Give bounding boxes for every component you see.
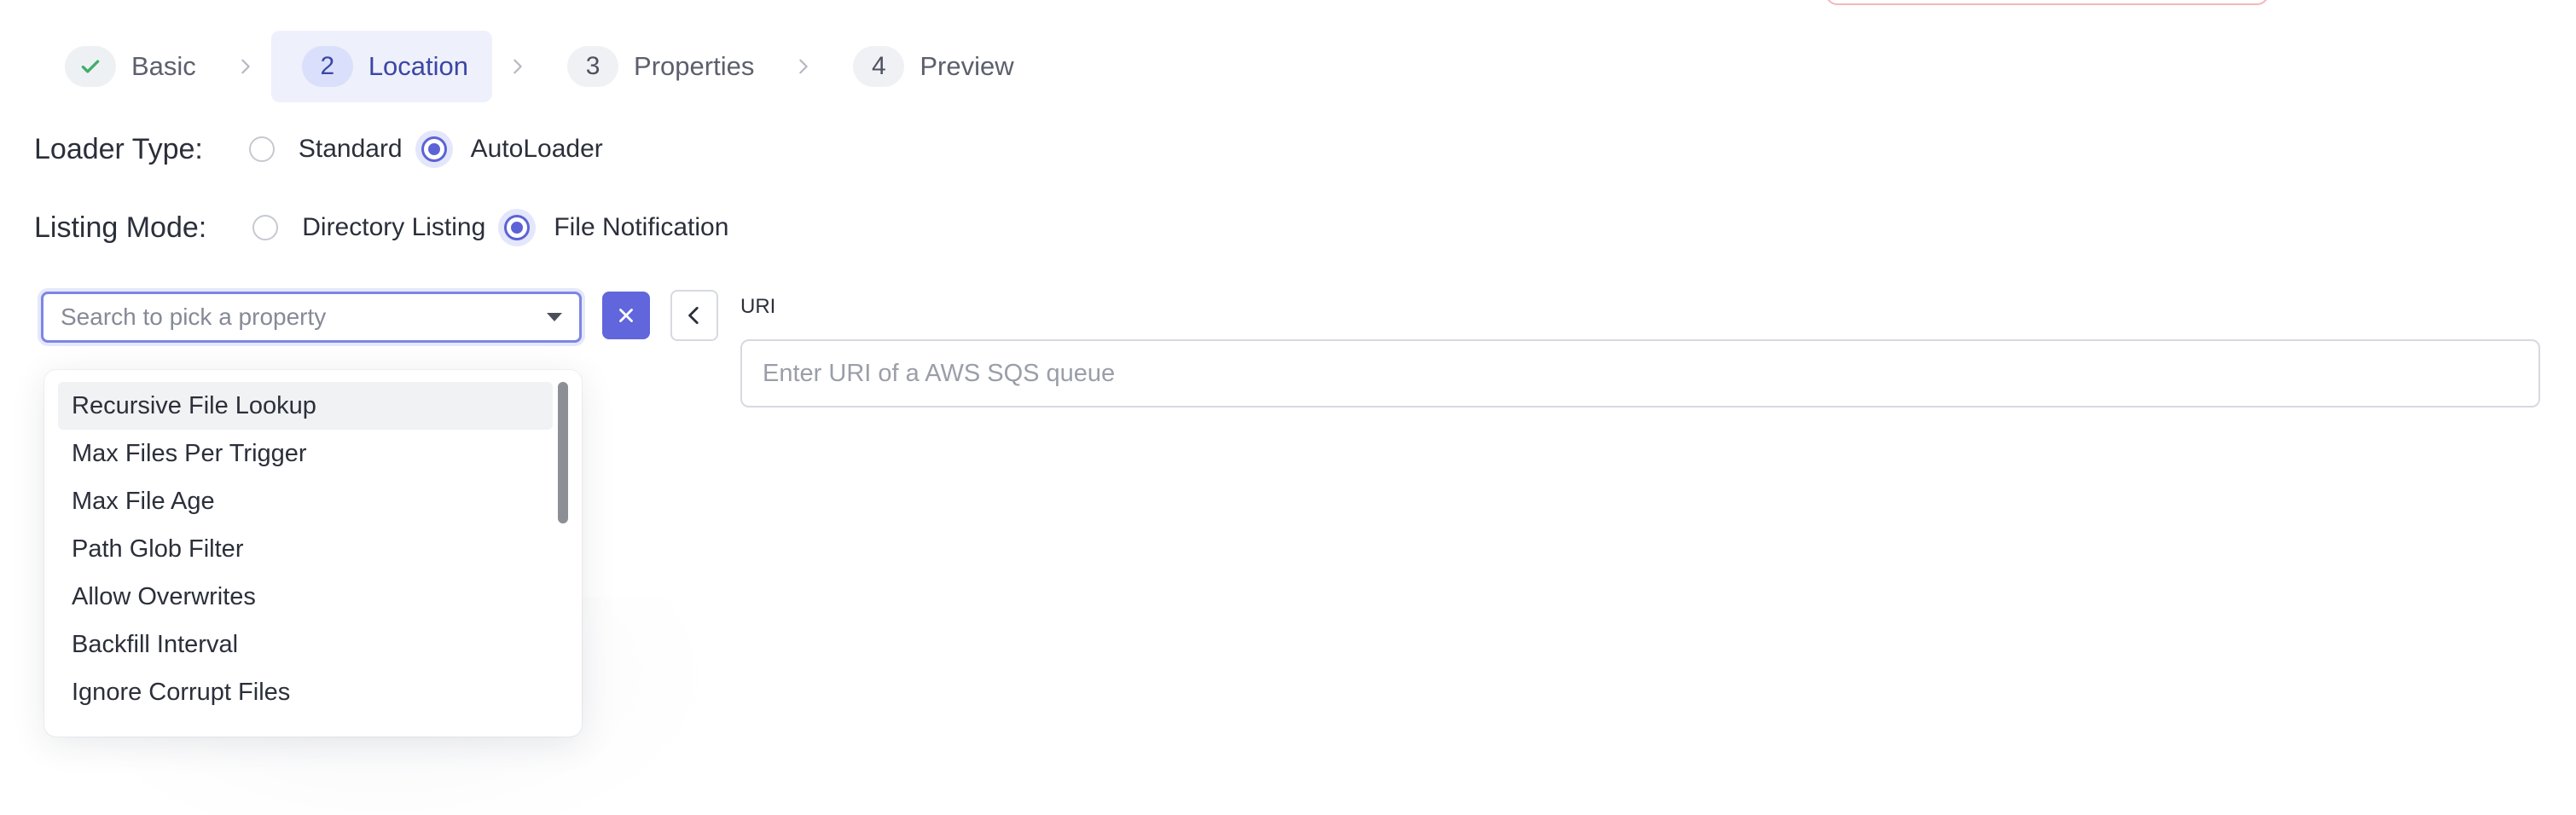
uri-label: URI — [740, 295, 776, 318]
listing-mode-notification-label: File Notification — [554, 213, 729, 241]
step-basic[interactable]: Basic — [34, 31, 220, 102]
listing-mode-label: Listing Mode: — [34, 211, 207, 244]
loader-type-standard-radio[interactable] — [248, 136, 275, 162]
listing-mode-directory-label: Directory Listing — [302, 213, 486, 241]
loader-type-row: Loader Type: Standard AutoLoader — [34, 130, 603, 169]
list-item[interactable]: Max Files Per Trigger — [58, 430, 553, 477]
list-item[interactable]: Max File Age — [58, 477, 553, 525]
wizard-stepper: Basic 2 Location 3 Properties 4 Preview — [34, 31, 1038, 102]
list-item[interactable]: Ignore Corrupt Files — [58, 668, 553, 716]
listing-mode-directory-radio[interactable] — [252, 215, 279, 240]
loader-type-label: Loader Type: — [34, 132, 203, 165]
close-icon — [619, 309, 633, 322]
step-properties-label: Properties — [634, 51, 755, 81]
loader-type-standard-option[interactable]: Standard — [248, 135, 403, 164]
property-dropdown-list[interactable]: Recursive File Lookup Max Files Per Trig… — [44, 370, 582, 737]
step-properties-badge: 3 — [567, 46, 619, 87]
list-item[interactable]: Allow Overwrites — [58, 573, 553, 621]
step-location-label: Location — [368, 51, 469, 81]
list-item[interactable]: Backfill Interval — [58, 621, 553, 668]
top-panel-edge — [1825, 0, 2269, 5]
chevron-right-icon — [220, 57, 271, 76]
listing-mode-notification-option[interactable]: File Notification — [504, 213, 728, 242]
loader-type-autoloader-option[interactable]: AutoLoader — [421, 135, 603, 164]
check-icon — [81, 60, 100, 73]
dropdown-scroll-thumb[interactable] — [558, 382, 568, 523]
loader-type-autoloader-radio[interactable] — [421, 136, 447, 162]
step-preview-badge: 4 — [853, 46, 905, 87]
listing-mode-notification-radio[interactable] — [504, 215, 531, 240]
chevron-right-icon — [492, 57, 543, 76]
list-item[interactable]: Path Glob Filter — [58, 525, 553, 573]
caret-down-icon[interactable] — [547, 313, 562, 321]
listing-mode-row: Listing Mode: Directory Listing File Not… — [34, 208, 728, 247]
loader-type-standard-label: Standard — [298, 135, 403, 163]
listing-mode-directory-option[interactable]: Directory Listing — [252, 213, 485, 242]
step-location-badge: 2 — [301, 46, 353, 87]
clear-property-button[interactable] — [602, 292, 650, 339]
list-item[interactable]: Recursive File Lookup — [58, 382, 553, 430]
loader-type-autoloader-label: AutoLoader — [470, 135, 603, 163]
property-select[interactable] — [41, 292, 582, 343]
step-basic-label: Basic — [131, 51, 196, 81]
uri-input[interactable] — [740, 339, 2540, 408]
step-preview[interactable]: 4 Preview — [829, 31, 1037, 102]
chevron-right-icon — [778, 57, 829, 76]
dropdown-scrollbar[interactable] — [558, 382, 568, 714]
step-properties[interactable]: 3 Properties — [543, 31, 778, 102]
step-location[interactable]: 2 Location — [270, 31, 493, 102]
step-basic-badge — [65, 46, 116, 87]
chevron-left-icon — [688, 306, 699, 325]
step-preview-label: Preview — [920, 51, 1014, 81]
property-search-input[interactable] — [61, 303, 538, 331]
back-button[interactable] — [670, 290, 718, 341]
